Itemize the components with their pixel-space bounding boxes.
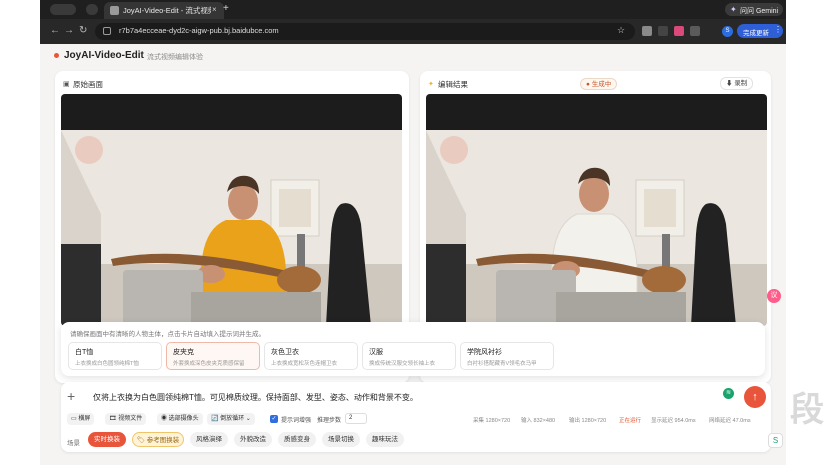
left-letterbox (0, 0, 40, 465)
webcam-button[interactable]: ◉ 选部摄像头 (157, 413, 203, 425)
tab-groups-control[interactable] (50, 4, 76, 15)
update-button[interactable]: 完成更新 ⋮ (737, 24, 783, 38)
suggestion-desc: 上衣换成白色圆领纯棉T恤 (75, 361, 139, 367)
suggestion-title: 汉服 (369, 349, 383, 356)
original-panel-title: 原始画面 (73, 80, 103, 89)
app-header: JoyAI-Video-Edit 流式视频编辑体验 (40, 44, 786, 69)
status-badge: ● 生成中 (580, 78, 618, 90)
browser-toolbar: ← → ↻ r7b7a4ecceae-dyd2c-aigw-pub.bj.bai… (40, 19, 786, 44)
url-text: r7b7a4ecceae-dyd2c-aigw-pub.bj.baidubce.… (119, 26, 279, 35)
result-video-frame (426, 94, 767, 326)
running-status: 正在运行 (619, 418, 642, 424)
capture-resolution: 采集 1280×720 (473, 418, 511, 424)
video-file-button[interactable]: 🎞 视频文件 (105, 413, 147, 425)
ask-gemini-button[interactable]: ✦ 问问 Gemini (725, 3, 783, 16)
extensions-puzzle-icon[interactable] (690, 26, 700, 36)
original-video (61, 94, 402, 326)
suggestion-chip[interactable]: 灰色卫衣 上衣换成宽松灰色连帽卫衣 (264, 342, 358, 370)
side-watermark-glyph: 段 (790, 390, 824, 430)
scene-tab[interactable]: 实时换装 (88, 432, 126, 447)
add-attachment-button[interactable]: + (67, 388, 75, 404)
scene-tab[interactable]: 质感变身 (278, 432, 316, 447)
floating-helper-icon[interactable]: 议 (767, 289, 781, 303)
scene-tab[interactable]: 外貌改造 (234, 432, 272, 447)
extension-icon[interactable] (658, 26, 668, 36)
tab-title: JoyAI-Video-Edit - 流式视频编... (123, 6, 211, 15)
site-info-icon[interactable] (103, 27, 111, 35)
assistant-badge-icon[interactable]: ≋ (723, 388, 734, 399)
gemini-label: 问问 Gemini (740, 7, 779, 15)
result-panel-title: 编辑结果 (438, 80, 468, 89)
favicon-icon (110, 6, 119, 15)
app-title: JoyAI-Video-Edit (64, 50, 144, 61)
enhance-checkbox[interactable]: ✓ (270, 415, 278, 423)
input-resolution: 输入 832×480 (521, 418, 556, 424)
tab-strip: JoyAI-Video-Edit - 流式视频编... × + ✦ 问问 Gem… (40, 0, 786, 19)
suggestion-chip[interactable]: 皮夹克 外套换成深色皮夹克质感保留 (166, 342, 260, 370)
extension-icon[interactable] (674, 26, 684, 36)
corner-app-icon[interactable]: S (768, 433, 783, 448)
tab-search-button[interactable] (86, 4, 98, 15)
suggestion-title: 皮夹克 (173, 349, 194, 356)
forward-button[interactable]: → (64, 25, 74, 37)
prompt-composer: + 仅将上衣换为白色圆领纯棉T恤。可见棉质纹理。保持面部、发型、姿态、动作和背景… (61, 382, 771, 452)
original-video-frame (61, 94, 402, 326)
scene-tab[interactable]: 场景切换 (322, 432, 360, 447)
prompt-input[interactable]: 仅将上衣换为白色圆领纯棉T恤。可见棉质纹理。保持面部、发型、姿态、动作和背景不变… (93, 392, 418, 403)
suggestion-title: 学院风衬衫 (467, 349, 502, 356)
record-button[interactable]: ⬇ 录制 (720, 77, 754, 90)
monitor-icon: ▣ (63, 81, 70, 88)
update-label: 完成更新 (743, 30, 769, 37)
reload-button[interactable]: ↻ (79, 25, 87, 37)
output-resolution: 输出 1280×720 (569, 418, 607, 424)
landscape-toggle[interactable]: ▭ 横屏 (67, 413, 95, 425)
suggestion-chip[interactable]: 学院风衬衫 白衬衫搭配藏青V领毛衣马甲 (460, 342, 554, 370)
enhance-label: 提示词增强 (281, 418, 312, 424)
loop-select[interactable]: 🔄 倒放循环 ⌄ (207, 413, 255, 425)
active-tab[interactable]: JoyAI-Video-Edit - 流式视频编... × (104, 2, 224, 19)
result-video (426, 94, 767, 326)
display-latency: 显示延迟 954.0ms (651, 418, 696, 424)
steps-label: 推理步数 (317, 418, 342, 424)
menu-icon[interactable]: ⋮ (774, 25, 782, 34)
tab-close-icon[interactable]: × (212, 5, 217, 14)
suggestion-card: 请确保画面中有清晰的人物主体，点击卡片自动填入提示词并生成。 白T恤 上衣换成白… (61, 322, 765, 376)
network-latency: 网络延迟 47.0ms (709, 418, 751, 424)
suggestion-desc: 外套换成深色皮夹克质感保留 (173, 361, 245, 367)
sparkle-icon: ✦ (428, 81, 434, 88)
suggestion-desc: 换成传统汉服交领长袖上衣 (369, 361, 436, 367)
scene-tab[interactable]: 趣味玩法 (366, 432, 404, 447)
new-tab-button[interactable]: + (223, 3, 229, 14)
address-bar[interactable]: r7b7a4ecceae-dyd2c-aigw-pub.bj.baidubce.… (95, 23, 635, 40)
brand-dot-icon (54, 53, 59, 58)
back-button[interactable]: ← (50, 25, 60, 37)
suggestion-hint: 请确保画面中有清晰的人物主体，点击卡片自动填入提示词并生成。 (70, 331, 265, 338)
app-subtitle: 流式视频编辑体验 (147, 54, 203, 61)
bookmark-star-icon[interactable]: ☆ (617, 25, 625, 36)
suggestion-desc: 上衣换成宽松灰色连帽卫衣 (271, 361, 338, 367)
suggestion-title: 灰色卫衣 (271, 349, 299, 356)
browser-window: JoyAI-Video-Edit - 流式视频编... × + ✦ 问问 Gem… (40, 0, 786, 465)
suggestion-title: 白T恤 (75, 349, 94, 356)
suggestion-chip[interactable]: 汉服 换成传统汉服交领长袖上衣 (362, 342, 456, 370)
profile-avatar[interactable]: S (722, 26, 733, 37)
steps-input[interactable]: 2 (345, 413, 367, 424)
scene-tab[interactable]: 🏷 参考图换装 (132, 432, 184, 447)
scene-tab[interactable]: 风格演绎 (190, 432, 228, 447)
gemini-icon: ✦ (730, 5, 737, 14)
send-button[interactable]: ↑ (744, 386, 766, 408)
suggestion-chip[interactable]: 白T恤 上衣换成白色圆领纯棉T恤 (68, 342, 162, 370)
extension-icon[interactable] (642, 26, 652, 36)
scene-label: 场景 (67, 440, 80, 447)
suggestion-desc: 白衬衫搭配藏青V领毛衣马甲 (467, 361, 537, 367)
